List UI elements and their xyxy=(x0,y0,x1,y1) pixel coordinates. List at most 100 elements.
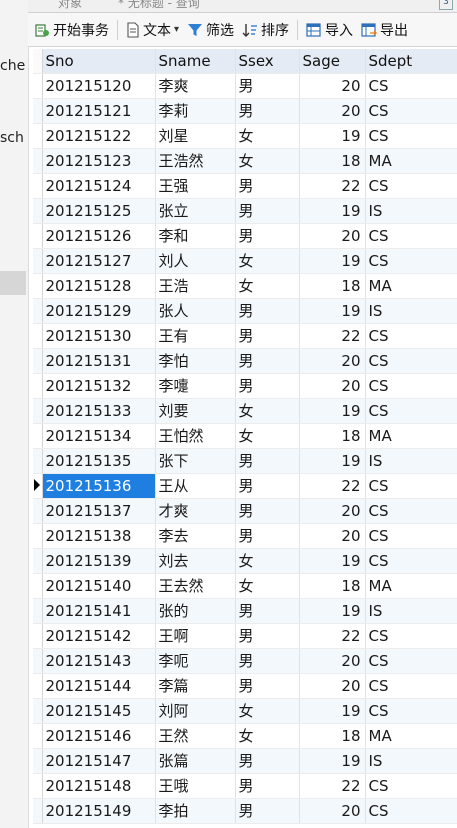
cell-ssex[interactable]: 男 xyxy=(235,648,300,674)
cell-sage[interactable]: 19 xyxy=(299,448,366,474)
cell-sage[interactable]: 22 xyxy=(299,473,366,499)
cell-sname[interactable]: 李去 xyxy=(155,523,236,549)
row-indicator[interactable] xyxy=(33,773,43,799)
cell-sdept[interactable]: MA xyxy=(365,723,457,749)
cell-sage[interactable]: 22 xyxy=(299,773,366,799)
cell-ssex[interactable]: 男 xyxy=(235,373,300,399)
cell-sage[interactable]: 19 xyxy=(299,248,366,274)
cell-sage[interactable]: 20 xyxy=(299,673,366,699)
cell-sname[interactable]: 王啊 xyxy=(155,623,236,649)
row-indicator[interactable] xyxy=(33,173,43,199)
cell-sdept[interactable]: CS xyxy=(365,73,457,99)
nav-fragment-1[interactable]: che xyxy=(0,58,25,74)
table-row[interactable]: 201215121 李莉男 20 CS xyxy=(33,98,457,124)
cell-sage[interactable]: 20 xyxy=(299,73,366,99)
cell-ssex[interactable]: 女 xyxy=(235,398,300,424)
cell-sname[interactable]: 王有 xyxy=(155,323,236,349)
row-indicator[interactable] xyxy=(33,423,43,449)
cell-ssex[interactable]: 男 xyxy=(235,748,300,774)
cell-ssex[interactable]: 女 xyxy=(235,123,300,149)
row-indicator[interactable] xyxy=(33,548,43,574)
cell-sname[interactable]: 李篇 xyxy=(155,673,236,699)
cell-sage[interactable]: 19 xyxy=(299,198,366,224)
table-row[interactable]: 201215123 王浩然女 18 MA xyxy=(33,148,457,174)
cell-sage[interactable]: 22 xyxy=(299,623,366,649)
cell-sage[interactable]: 20 xyxy=(299,98,366,124)
cell-sno[interactable]: 201215121 xyxy=(42,98,156,124)
cell-sname[interactable]: 刘星 xyxy=(155,123,236,149)
row-indicator[interactable] xyxy=(33,248,43,274)
cell-sage[interactable]: 19 xyxy=(299,548,366,574)
cell-sname[interactable]: 王浩 xyxy=(155,273,236,299)
cell-sname[interactable]: 刘要 xyxy=(155,398,236,424)
cell-sdept[interactable]: CS xyxy=(365,398,457,424)
row-indicator[interactable] xyxy=(33,373,43,399)
cell-sage[interactable]: 19 xyxy=(299,598,366,624)
cell-sage[interactable]: 20 xyxy=(299,523,366,549)
row-indicator[interactable] xyxy=(33,123,43,149)
row-indicator[interactable] xyxy=(33,498,43,524)
table-row[interactable]: 201215130 王有男 22 CS xyxy=(33,323,457,349)
cell-ssex[interactable]: 女 xyxy=(235,273,300,299)
cell-sno[interactable]: 201215123 xyxy=(42,148,156,174)
cell-ssex[interactable]: 男 xyxy=(235,323,300,349)
row-indicator[interactable] xyxy=(33,648,43,674)
cell-sname[interactable]: 李莉 xyxy=(155,98,236,124)
cell-sage[interactable]: 20 xyxy=(299,373,366,399)
cell-sno[interactable]: 201215144 xyxy=(42,673,156,699)
cell-sage[interactable]: 18 xyxy=(299,573,366,599)
row-indicator[interactable] xyxy=(33,573,43,599)
row-indicator[interactable] xyxy=(33,298,43,324)
cell-sname[interactable]: 张立 xyxy=(155,198,236,224)
cell-sno[interactable]: 201215130 xyxy=(42,323,156,349)
table-row[interactable]: 201215146 王然女 18 MA xyxy=(33,723,457,749)
cell-ssex[interactable]: 男 xyxy=(235,298,300,324)
cell-sno[interactable]: 201215147 xyxy=(42,748,156,774)
cell-ssex[interactable]: 女 xyxy=(235,698,300,724)
cell-sdept[interactable]: CS xyxy=(365,248,457,274)
begin-transaction-button[interactable]: 开始事务 xyxy=(34,20,109,40)
cell-ssex[interactable]: 女 xyxy=(235,723,300,749)
cell-sdept[interactable]: CS xyxy=(365,173,457,199)
row-indicator[interactable] xyxy=(33,798,43,824)
column-header-sno[interactable]: Sno xyxy=(42,49,156,74)
cell-ssex[interactable]: 女 xyxy=(235,148,300,174)
cell-sage[interactable]: 22 xyxy=(299,323,366,349)
column-header-ssex[interactable]: Ssex xyxy=(235,49,300,74)
export-button[interactable]: 导出 xyxy=(361,20,408,40)
cell-sage[interactable]: 20 xyxy=(299,348,366,374)
cell-sno[interactable]: 201215140 xyxy=(42,573,156,599)
column-header-sdept[interactable]: Sdept xyxy=(365,49,457,74)
row-indicator[interactable] xyxy=(33,598,43,624)
tab-objects[interactable]: 对象 xyxy=(58,0,82,11)
table-row[interactable]: 201215147 张篇男 19 IS xyxy=(33,748,457,774)
filter-button[interactable]: 筛选 xyxy=(187,20,234,40)
query-tab-icon[interactable]: 3 xyxy=(439,0,453,10)
cell-sno[interactable]: 201215146 xyxy=(42,723,156,749)
table-row[interactable]: 201215135 张下男 19 IS xyxy=(33,448,457,474)
table-row[interactable]: 201215128 王浩女 18 MA xyxy=(33,273,457,299)
cell-ssex[interactable]: 男 xyxy=(235,73,300,99)
table-row[interactable]: 201215145 刘阿女 19 CS xyxy=(33,698,457,724)
cell-ssex[interactable]: 男 xyxy=(235,223,300,249)
cell-sdept[interactable]: IS xyxy=(365,598,457,624)
cell-sname[interactable]: 刘人 xyxy=(155,248,236,274)
cell-sdept[interactable]: CS xyxy=(365,323,457,349)
table-row[interactable]: 201215132 李嚏男 20 CS xyxy=(33,373,457,399)
cell-sage[interactable]: 18 xyxy=(299,273,366,299)
cell-sage[interactable]: 20 xyxy=(299,498,366,524)
cell-sage[interactable]: 19 xyxy=(299,123,366,149)
cell-sdept[interactable]: MA xyxy=(365,273,457,299)
cell-sname[interactable]: 王去然 xyxy=(155,573,236,599)
cell-sno[interactable]: 201215125 xyxy=(42,198,156,224)
cell-sname[interactable]: 李和 xyxy=(155,223,236,249)
cell-sdept[interactable]: CS xyxy=(365,523,457,549)
cell-sage[interactable]: 20 xyxy=(299,798,366,824)
cell-sdept[interactable]: CS xyxy=(365,673,457,699)
cell-sno[interactable]: 201215132 xyxy=(42,373,156,399)
cell-sname[interactable]: 王强 xyxy=(155,173,236,199)
cell-sno[interactable]: 201215135 xyxy=(42,448,156,474)
cell-sno[interactable]: 201215149 xyxy=(42,798,156,824)
nav-fragment-2[interactable]: sch xyxy=(0,130,24,146)
table-row[interactable]: 201215138 李去男 20 CS xyxy=(33,523,457,549)
